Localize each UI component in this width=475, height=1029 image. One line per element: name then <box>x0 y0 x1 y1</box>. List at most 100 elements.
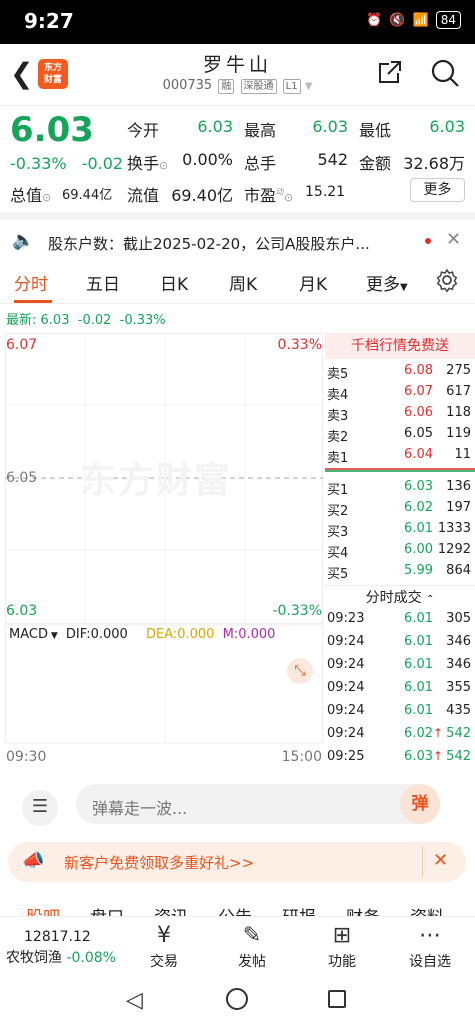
macd-dea: DEA:0.000 <box>145 627 215 642</box>
ask-row[interactable]: 卖3 6.06 118 <box>325 405 473 426</box>
trade-row: 09:25 6.03 ↑ 542 <box>325 749 473 770</box>
bottom-nav: 12817.12 农牧饲渔 -0.08% ¥ 交易 ✎ 发帖 ⊞ 功能 ⋯ 设自… <box>0 916 475 978</box>
index-widget[interactable]: 12817.12 农牧饲渔 -0.08% <box>6 929 116 967</box>
nav-functions[interactable]: ⊞ 功能 <box>312 921 372 971</box>
promo-divider <box>422 846 423 878</box>
chart-bottom-pct: -0.33% <box>272 603 322 619</box>
share-icon[interactable] <box>376 58 404 93</box>
trade-icon: ¥ <box>157 923 171 948</box>
trade-volume: 346 <box>446 657 471 672</box>
ask-row[interactable]: 卖5 6.08 275 <box>325 363 473 384</box>
bid-label: 买1 <box>327 483 349 498</box>
index-change: -0.08% <box>66 950 116 966</box>
trades-header[interactable]: 分时成交 ⌃ <box>325 585 475 609</box>
tab-weekly-k[interactable]: 周K <box>229 270 257 295</box>
trade-volume: 542 <box>446 726 471 741</box>
trade-price: 6.01 <box>404 634 433 649</box>
tab-forum[interactable]: 股吧 <box>26 903 60 916</box>
mktcap-value: 69.44亿 <box>62 188 113 203</box>
search-icon[interactable] <box>430 58 460 95</box>
tab-monthly-k[interactable]: 月K <box>299 270 327 295</box>
trade-price: 6.03 <box>404 749 433 764</box>
time-start: 09:30 <box>6 749 47 765</box>
ask-label: 卖2 <box>327 430 349 445</box>
nav-trade[interactable]: ¥ 交易 <box>134 921 194 971</box>
more-button[interactable]: 更多 <box>410 178 465 202</box>
trade-time: 09:24 <box>327 726 365 741</box>
bid-price: 5.99 <box>404 563 433 578</box>
expand-icon[interactable]: ⤡ <box>287 658 313 684</box>
tab-order[interactable]: 盘口 <box>90 903 124 916</box>
ask-label: 卖4 <box>327 388 349 403</box>
content-tabs: 股吧 盘口 资讯 公告 研报 财务 资料 <box>0 898 475 916</box>
tab-profile[interactable]: 资料 <box>410 903 444 916</box>
latest-line: 最新: 6.03 -0.02 -0.33% <box>6 313 166 328</box>
bid-volume: 864 <box>446 563 471 578</box>
close-icon[interactable]: ✕ <box>446 229 461 250</box>
trade-volume: 542 <box>446 749 471 764</box>
trade-time: 09:23 <box>327 611 365 626</box>
trade-row: 09:24 6.01 346 <box>325 657 473 678</box>
chevron-down-icon: ▼ <box>304 81 313 92</box>
stock-header: ❮ 东方 财富 罗牛山 000735 融 深股通 L1 ▼ <box>0 44 475 106</box>
close-icon[interactable]: ✕ <box>433 850 448 871</box>
chart-top-pct: 0.33% <box>277 337 322 353</box>
volume-label: 总手 <box>244 154 277 173</box>
orderbook-promo-header[interactable]: 千档行情免费送 <box>325 333 475 359</box>
promo-text: 新客户免费领取多重好礼>> <box>64 854 255 872</box>
tab-intraday[interactable]: 分时 <box>14 270 48 295</box>
change-row: -0.33% -0.02 <box>10 154 123 173</box>
trade-row: 09:24 6.01 435 <box>325 703 473 724</box>
pe-label: 市盈动⊙ <box>244 186 294 205</box>
tab-announcements[interactable]: 公告 <box>218 903 252 916</box>
tag-margin: 融 <box>218 79 235 94</box>
trade-time: 09:24 <box>327 657 365 672</box>
ask-row[interactable]: 卖2 6.05 119 <box>325 426 473 447</box>
tab-more[interactable]: 更多▼ <box>366 270 408 295</box>
ask-row[interactable]: 卖1 6.04 11 <box>325 447 473 468</box>
tab-finance[interactable]: 财务 <box>346 903 380 916</box>
current-price: 6.03 <box>10 110 94 150</box>
order-book: 千档行情免费送 卖5 6.08 275 卖4 6.07 617 卖3 6.06 118 卖2 6.0… <box>325 333 475 773</box>
more-dots-icon: ⋯ <box>419 923 441 948</box>
ask-row[interactable]: 卖4 6.07 617 <box>325 384 473 405</box>
nav-add-watchlist[interactable]: ⋯ 设自选 <box>400 921 460 971</box>
recents-square-icon[interactable] <box>328 990 346 1008</box>
promo-banner[interactable]: 📣 新客户免费领取多重好礼>> ✕ <box>8 842 466 882</box>
settings-gear-icon[interactable] <box>435 268 459 297</box>
ask-label: 卖3 <box>327 409 349 424</box>
bid-row[interactable]: 买1 6.03 136 <box>325 479 473 500</box>
bid-price: 6.01 <box>404 521 433 536</box>
trade-price: 6.01 <box>404 703 433 718</box>
macd-selector[interactable]: MACD ▼ <box>9 627 58 642</box>
status-icons: ⏰ 🔇 📶 84 <box>366 11 461 29</box>
danmaku-button[interactable]: 弹 <box>400 784 440 824</box>
intraday-chart[interactable]: 东方财富 6.07 0.33% 6.05 6.03 -0.33% MACD ▼ … <box>5 333 323 773</box>
comment-list-icon[interactable]: ☰ <box>22 790 58 826</box>
ask-label: 卖1 <box>327 451 349 466</box>
nav-post[interactable]: ✎ 发帖 <box>222 921 282 971</box>
back-triangle-icon[interactable]: ◁ <box>126 988 143 1013</box>
home-circle-icon[interactable] <box>226 988 248 1010</box>
system-nav-bar: ◁ <box>0 978 475 1029</box>
mktcap-label: 总值⊙ <box>10 186 52 205</box>
tab-reports[interactable]: 研报 <box>282 903 316 916</box>
ask-price: 6.05 <box>404 426 433 441</box>
macd-m: M:0.000 <box>222 627 276 642</box>
bid-row[interactable]: 买3 6.01 1333 <box>325 521 473 542</box>
bid-row[interactable]: 买5 5.99 864 <box>325 563 473 584</box>
bid-label: 买2 <box>327 504 349 519</box>
notice-bar[interactable]: 🔈 股东户数：截止2025-02-20，公司A股股东户... ✕ <box>0 212 475 260</box>
trade-arrow: ↑ <box>433 726 444 740</box>
tab-daily-k[interactable]: 日K <box>160 270 188 295</box>
turnover-label: 换手⊙ <box>127 154 169 173</box>
tab-news[interactable]: 资讯 <box>154 903 188 916</box>
trade-row: 09:23 6.01 305 <box>325 611 473 632</box>
amount-label: 金额 <box>359 154 392 173</box>
tab-five-day[interactable]: 五日 <box>86 270 120 295</box>
bid-row[interactable]: 买2 6.02 197 <box>325 500 473 521</box>
bid-row[interactable]: 买4 6.00 1292 <box>325 542 473 563</box>
chart-mid-price: 6.05 <box>6 470 38 486</box>
open-value: 6.03 <box>197 117 233 136</box>
danmaku-input[interactable]: 弹幕走一波... 弹 <box>76 784 440 824</box>
